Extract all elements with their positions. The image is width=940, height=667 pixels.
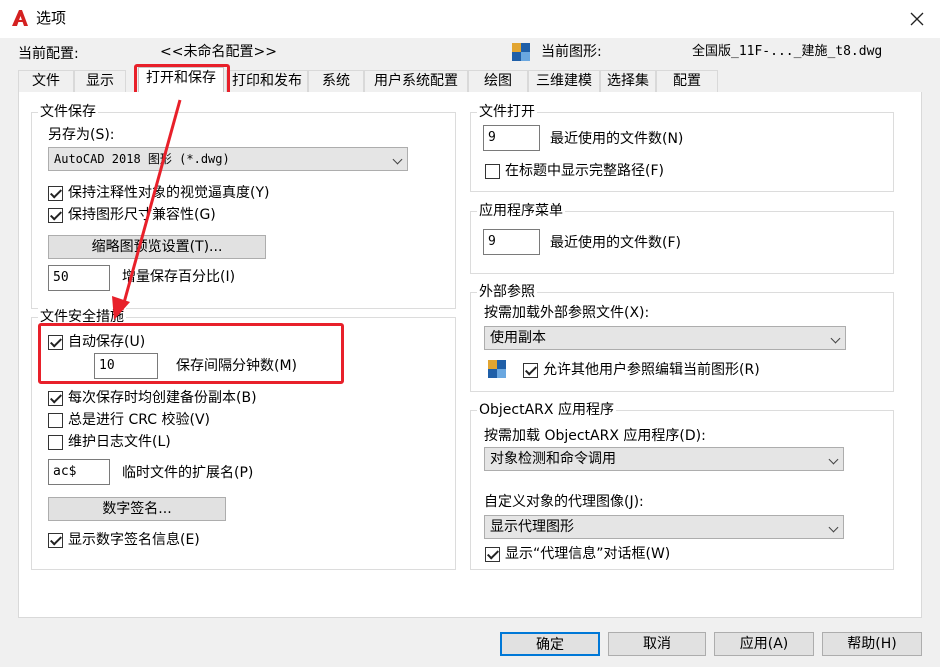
proxy-image-value: 显示代理图形 (490, 519, 574, 535)
recent-files-input[interactable]: 9 (483, 125, 540, 151)
objectarx-demand-value: 对象检测和命令调用 (490, 451, 616, 467)
temp-extension-label: 临时文件的扩展名(P) (122, 465, 254, 481)
chevron-down-icon (392, 154, 403, 165)
tab-files[interactable]: 文件 (18, 70, 74, 92)
current-profile-label: 当前配置: (18, 46, 79, 62)
show-signature-label: 显示数字签名信息(E) (68, 532, 200, 548)
keep-size-checkbox[interactable] (48, 208, 63, 223)
backup-checkbox[interactable] (48, 391, 63, 406)
xref-title: 外部参照 (477, 283, 537, 301)
current-drawing-value: 全国版_11F-..._建施_t8.dwg (692, 44, 883, 59)
crc-checkbox[interactable] (48, 413, 63, 428)
chevron-down-icon (828, 522, 839, 533)
recent-files-label: 最近使用的文件数(N) (550, 131, 684, 147)
full-path-label: 在标题中显示完整路径(F) (505, 163, 664, 179)
xref-demand-label: 按需加载外部参照文件(X): (484, 305, 650, 321)
save-as-dropdown[interactable]: AutoCAD 2018 图形 (*.dwg) (48, 147, 408, 171)
help-button[interactable]: 帮助(H) (822, 632, 922, 656)
ok-button[interactable]: 确定 (500, 632, 600, 656)
xref-demand-dropdown[interactable]: 使用副本 (484, 326, 846, 350)
xref-demand-value: 使用副本 (490, 330, 546, 346)
full-path-checkbox[interactable] (485, 164, 500, 179)
title-bar (0, 0, 940, 38)
keep-annotative-label: 保持注释性对象的视觉逼真度(Y) (68, 185, 270, 201)
tab-user-preferences[interactable]: 用户系统配置 (364, 70, 468, 92)
chevron-down-icon (830, 333, 841, 344)
tab-3d-modeling[interactable]: 三维建模 (528, 70, 600, 92)
close-icon[interactable] (906, 8, 928, 30)
file-open-group (470, 112, 894, 192)
apply-button[interactable]: 应用(A) (714, 632, 814, 656)
save-as-value: AutoCAD 2018 图形 (*.dwg) (54, 152, 230, 166)
allow-xref-edit-checkbox[interactable] (523, 363, 538, 378)
autocad-logo-icon (12, 10, 28, 26)
objectarx-title: ObjectARX 应用程序 (477, 401, 616, 419)
app-menu-title: 应用程序菜单 (477, 202, 565, 220)
cancel-button[interactable]: 取消 (608, 632, 706, 656)
chevron-down-icon (828, 454, 839, 465)
objectarx-demand-dropdown[interactable]: 对象检测和命令调用 (484, 447, 844, 471)
backup-label: 每次保存时均创建备份副本(B) (68, 390, 257, 406)
file-open-title: 文件打开 (477, 103, 537, 121)
proxy-image-dropdown[interactable]: 显示代理图形 (484, 515, 844, 539)
show-signature-checkbox[interactable] (48, 533, 63, 548)
incremental-save-label: 增量保存百分比(I) (122, 269, 236, 285)
proxy-info-checkbox[interactable] (485, 547, 500, 562)
proxy-image-label: 自定义对象的代理图像(J): (484, 494, 644, 510)
app-menu-recent-label: 最近使用的文件数(F) (550, 235, 681, 251)
keep-size-label: 保持图形尺寸兼容性(G) (68, 207, 216, 223)
incremental-save-input[interactable]: 50 (48, 265, 110, 291)
window-title: 选项 (36, 9, 67, 27)
current-drawing-label: 当前图形: (541, 44, 602, 60)
objectarx-demand-label: 按需加载 ObjectARX 应用程序(D): (484, 428, 706, 444)
tab-profiles[interactable]: 配置 (656, 70, 718, 92)
save-as-label: 另存为(S): (48, 127, 115, 143)
proxy-info-label: 显示“代理信息”对话框(W) (505, 546, 671, 562)
file-save-title: 文件保存 (38, 103, 98, 121)
drawing-file-icon (512, 43, 530, 61)
autosave-highlight-box (38, 323, 344, 384)
drawing-file-icon (488, 360, 506, 378)
crc-label: 总是进行 CRC 校验(V) (68, 412, 210, 428)
temp-extension-input[interactable]: ac$ (48, 459, 110, 485)
log-file-checkbox[interactable] (48, 435, 63, 450)
allow-xref-edit-label: 允许其他用户参照编辑当前图形(R) (543, 362, 760, 378)
keep-annotative-checkbox[interactable] (48, 186, 63, 201)
tab-system[interactable]: 系统 (308, 70, 364, 92)
tab-drafting[interactable]: 绘图 (468, 70, 528, 92)
log-file-label: 维护日志文件(L) (68, 434, 171, 450)
tab-plot-and-publish[interactable]: 打印和发布 (226, 70, 308, 92)
tab-display[interactable]: 显示 (74, 70, 126, 92)
thumbnail-settings-button[interactable]: 缩略图预览设置(T)... (48, 235, 266, 259)
current-profile-value: <<未命名配置>> (160, 44, 277, 60)
digital-signature-button[interactable]: 数字签名... (48, 497, 226, 521)
app-menu-recent-input[interactable]: 9 (483, 229, 540, 255)
tab-selection[interactable]: 选择集 (600, 70, 656, 92)
